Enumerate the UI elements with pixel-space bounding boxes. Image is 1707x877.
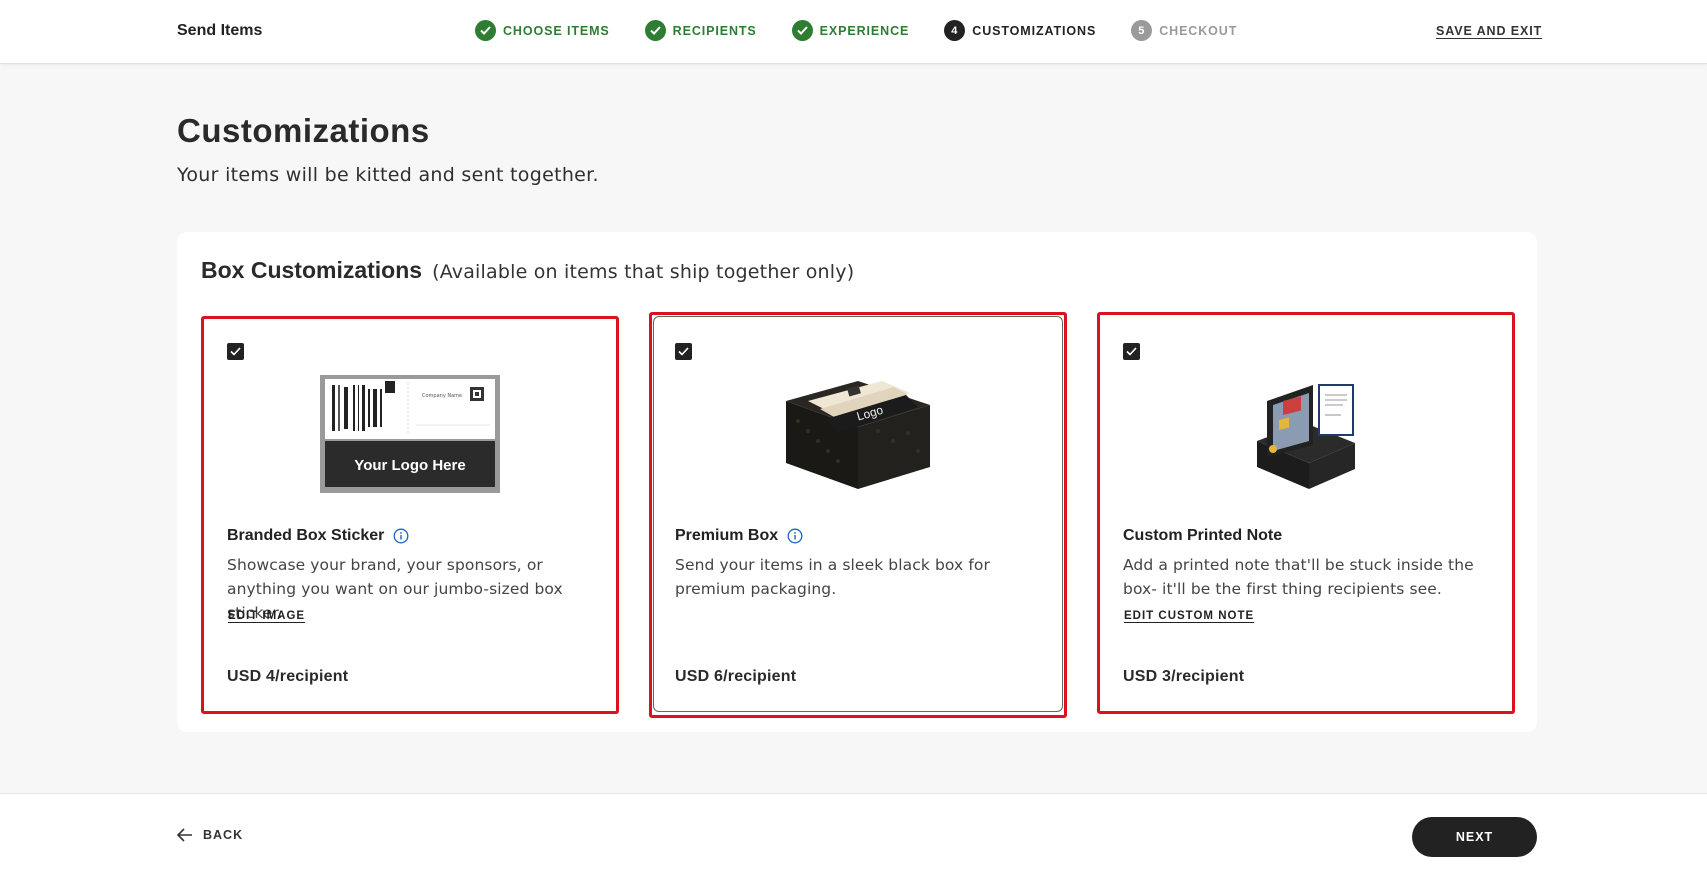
premium-box-image: Logo [652, 371, 1064, 496]
step-checkout: 5 CHECKOUT [1131, 20, 1237, 41]
footer-bar: BACK NEXT [0, 793, 1707, 877]
sticker-logo-text: Your Logo Here [354, 457, 465, 474]
arrow-left-icon [177, 828, 192, 842]
check-icon [644, 20, 666, 41]
back-button[interactable]: BACK [177, 828, 243, 842]
sticker-image: Company Name Your Logo Here [204, 371, 616, 496]
step-label: CHECKOUT [1159, 23, 1238, 38]
box-customizations-panel: Box Customizations (Available on items t… [177, 232, 1537, 732]
card-price: USD 3/recipient [1123, 668, 1245, 685]
card-price: USD 6/recipient [675, 668, 797, 685]
check-icon [1126, 347, 1137, 356]
step-label: EXPERIENCE [819, 23, 910, 38]
sticker-company-name: Company Name [422, 393, 462, 399]
edit-image-link[interactable]: EDIT IMAGE [228, 610, 305, 622]
check-icon [791, 20, 813, 41]
card-title-text: Premium Box [675, 527, 779, 544]
checkbox-checked[interactable] [227, 343, 244, 360]
next-button[interactable]: NEXT [1412, 817, 1537, 857]
top-bar: Send Items CHOOSE ITEMS RECIPIENTS EXPER… [0, 0, 1707, 64]
card-description: Send your items in a sleek black box for… [675, 556, 990, 598]
checkbox-checked[interactable] [675, 343, 692, 360]
panel-note: (Available on items that ship together o… [432, 261, 855, 283]
step-customizations: 4 CUSTOMIZATIONS [944, 20, 1096, 41]
step-number: 5 [1131, 20, 1153, 41]
card-title-text: Branded Box Sticker [227, 527, 385, 544]
card-custom-printed-note[interactable]: Custom Printed Note Add a printed note t… [1097, 312, 1515, 714]
card-premium-box[interactable]: Logo Premium Box Send your items in a sl… [649, 312, 1067, 718]
step-choose-items[interactable]: CHOOSE ITEMS [475, 20, 610, 41]
card-title: Premium Box [675, 527, 803, 545]
page-title: Customizations [177, 112, 430, 149]
step-number: 4 [944, 20, 966, 41]
check-icon [475, 20, 496, 41]
step-label: RECIPIENTS [672, 23, 757, 38]
edit-custom-note-link[interactable]: EDIT CUSTOM NOTE [1124, 610, 1254, 622]
save-and-exit-link[interactable]: SAVE AND EXIT [1436, 24, 1542, 38]
checkbox-checked[interactable] [1123, 343, 1140, 360]
card-description: Add a printed note that'll be stuck insi… [1123, 556, 1474, 598]
panel-title: Box Customizations [201, 257, 423, 283]
printed-note-image [1100, 371, 1512, 496]
check-icon [230, 347, 241, 356]
card-title-text: Custom Printed Note [1123, 527, 1283, 544]
app-title: Send Items [177, 22, 263, 39]
step-recipients[interactable]: RECIPIENTS [644, 20, 757, 41]
card-title: Custom Printed Note [1123, 527, 1282, 545]
step-label: CUSTOMIZATIONS [972, 23, 1097, 38]
back-label: BACK [203, 828, 244, 842]
card-price: USD 4/recipient [227, 668, 349, 685]
info-icon[interactable] [787, 528, 803, 544]
panel-header: Box Customizations (Available on items t… [201, 257, 854, 284]
step-label: CHOOSE ITEMS [503, 23, 610, 38]
progress-stepper: CHOOSE ITEMS RECIPIENTS EXPERIENCE 4 CUS… [475, 20, 1272, 41]
page-subtitle: Your items will be kitted and sent toget… [177, 164, 599, 186]
card-title: Branded Box Sticker [227, 527, 409, 545]
card-branded-box-sticker[interactable]: Company Name Your Logo Here Branded Box … [201, 316, 619, 714]
step-experience[interactable]: EXPERIENCE [791, 20, 910, 41]
check-icon [678, 347, 689, 356]
info-icon[interactable] [393, 528, 409, 544]
